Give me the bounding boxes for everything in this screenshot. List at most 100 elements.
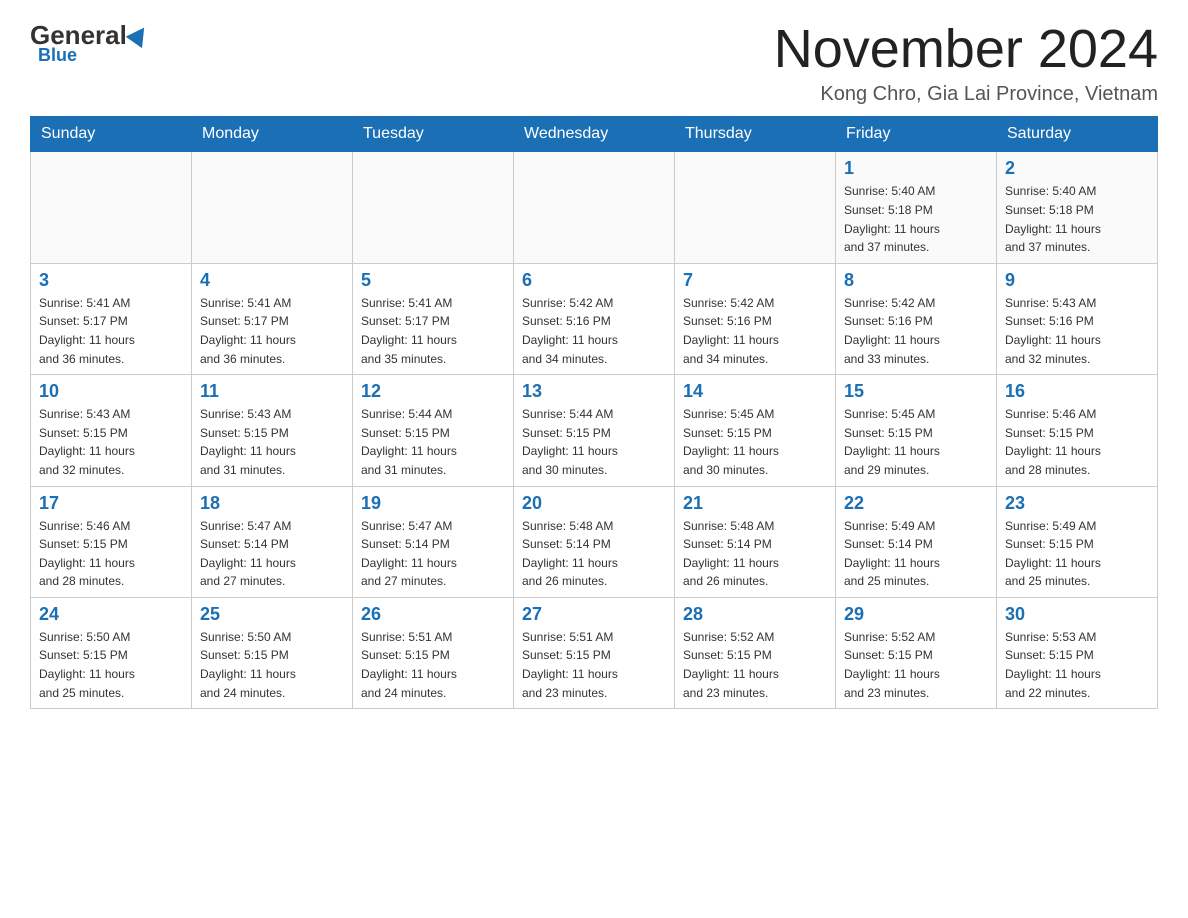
calendar-cell: 12 Sunrise: 5:44 AM Sunset: 5:15 PM Dayli… bbox=[353, 375, 514, 486]
calendar-cell: 19 Sunrise: 5:47 AM Sunset: 5:14 PM Dayli… bbox=[353, 486, 514, 597]
day-info: Sunrise: 5:43 AM Sunset: 5:15 PM Dayligh… bbox=[200, 405, 344, 479]
calendar-col-saturday: Saturday bbox=[997, 117, 1158, 152]
calendar-cell bbox=[353, 152, 514, 263]
calendar-col-thursday: Thursday bbox=[675, 117, 836, 152]
calendar-cell: 30 Sunrise: 5:53 AM Sunset: 5:15 PM Dayli… bbox=[997, 597, 1158, 708]
logo-triangle-icon bbox=[125, 21, 152, 47]
calendar-cell bbox=[31, 152, 192, 263]
day-number: 7 bbox=[683, 270, 827, 291]
day-info: Sunrise: 5:50 AM Sunset: 5:15 PM Dayligh… bbox=[39, 628, 183, 702]
day-number: 25 bbox=[200, 604, 344, 625]
day-number: 21 bbox=[683, 493, 827, 514]
day-number: 8 bbox=[844, 270, 988, 291]
calendar-cell: 25 Sunrise: 5:50 AM Sunset: 5:15 PM Dayli… bbox=[192, 597, 353, 708]
day-info: Sunrise: 5:41 AM Sunset: 5:17 PM Dayligh… bbox=[361, 294, 505, 368]
day-number: 28 bbox=[683, 604, 827, 625]
day-info: Sunrise: 5:46 AM Sunset: 5:15 PM Dayligh… bbox=[39, 517, 183, 591]
day-info: Sunrise: 5:50 AM Sunset: 5:15 PM Dayligh… bbox=[200, 628, 344, 702]
calendar-cell: 22 Sunrise: 5:49 AM Sunset: 5:14 PM Dayli… bbox=[836, 486, 997, 597]
week-row-4: 17 Sunrise: 5:46 AM Sunset: 5:15 PM Dayli… bbox=[31, 486, 1158, 597]
calendar-cell: 21 Sunrise: 5:48 AM Sunset: 5:14 PM Dayli… bbox=[675, 486, 836, 597]
calendar-cell: 2 Sunrise: 5:40 AM Sunset: 5:18 PM Daylig… bbox=[997, 152, 1158, 263]
day-info: Sunrise: 5:44 AM Sunset: 5:15 PM Dayligh… bbox=[522, 405, 666, 479]
logo-blue-text: Blue bbox=[38, 45, 77, 66]
day-info: Sunrise: 5:48 AM Sunset: 5:14 PM Dayligh… bbox=[522, 517, 666, 591]
calendar-cell: 4 Sunrise: 5:41 AM Sunset: 5:17 PM Daylig… bbox=[192, 263, 353, 374]
day-info: Sunrise: 5:42 AM Sunset: 5:16 PM Dayligh… bbox=[683, 294, 827, 368]
day-number: 26 bbox=[361, 604, 505, 625]
day-info: Sunrise: 5:44 AM Sunset: 5:15 PM Dayligh… bbox=[361, 405, 505, 479]
calendar-cell: 8 Sunrise: 5:42 AM Sunset: 5:16 PM Daylig… bbox=[836, 263, 997, 374]
calendar-cell: 11 Sunrise: 5:43 AM Sunset: 5:15 PM Dayli… bbox=[192, 375, 353, 486]
location-text: Kong Chro, Gia Lai Province, Vietnam bbox=[774, 83, 1158, 106]
day-number: 5 bbox=[361, 270, 505, 291]
day-number: 27 bbox=[522, 604, 666, 625]
day-number: 19 bbox=[361, 493, 505, 514]
day-number: 24 bbox=[39, 604, 183, 625]
calendar-cell bbox=[514, 152, 675, 263]
day-number: 6 bbox=[522, 270, 666, 291]
day-info: Sunrise: 5:48 AM Sunset: 5:14 PM Dayligh… bbox=[683, 517, 827, 591]
day-info: Sunrise: 5:42 AM Sunset: 5:16 PM Dayligh… bbox=[844, 294, 988, 368]
calendar-col-tuesday: Tuesday bbox=[353, 117, 514, 152]
day-info: Sunrise: 5:49 AM Sunset: 5:14 PM Dayligh… bbox=[844, 517, 988, 591]
day-info: Sunrise: 5:51 AM Sunset: 5:15 PM Dayligh… bbox=[522, 628, 666, 702]
day-number: 10 bbox=[39, 381, 183, 402]
calendar-table: SundayMondayTuesdayWednesdayThursdayFrid… bbox=[30, 116, 1158, 709]
day-info: Sunrise: 5:52 AM Sunset: 5:15 PM Dayligh… bbox=[844, 628, 988, 702]
week-row-3: 10 Sunrise: 5:43 AM Sunset: 5:15 PM Dayli… bbox=[31, 375, 1158, 486]
day-number: 22 bbox=[844, 493, 988, 514]
calendar-header-row: SundayMondayTuesdayWednesdayThursdayFrid… bbox=[31, 117, 1158, 152]
calendar-cell: 27 Sunrise: 5:51 AM Sunset: 5:15 PM Dayli… bbox=[514, 597, 675, 708]
calendar-cell: 7 Sunrise: 5:42 AM Sunset: 5:16 PM Daylig… bbox=[675, 263, 836, 374]
day-info: Sunrise: 5:53 AM Sunset: 5:15 PM Dayligh… bbox=[1005, 628, 1149, 702]
day-number: 12 bbox=[361, 381, 505, 402]
day-number: 1 bbox=[844, 158, 988, 179]
day-number: 17 bbox=[39, 493, 183, 514]
day-info: Sunrise: 5:41 AM Sunset: 5:17 PM Dayligh… bbox=[39, 294, 183, 368]
title-section: November 2024 Kong Chro, Gia Lai Provinc… bbox=[774, 20, 1158, 106]
day-info: Sunrise: 5:47 AM Sunset: 5:14 PM Dayligh… bbox=[361, 517, 505, 591]
calendar-cell: 5 Sunrise: 5:41 AM Sunset: 5:17 PM Daylig… bbox=[353, 263, 514, 374]
day-number: 14 bbox=[683, 381, 827, 402]
day-number: 2 bbox=[1005, 158, 1149, 179]
calendar-cell: 14 Sunrise: 5:45 AM Sunset: 5:15 PM Dayli… bbox=[675, 375, 836, 486]
calendar-cell: 28 Sunrise: 5:52 AM Sunset: 5:15 PM Dayli… bbox=[675, 597, 836, 708]
day-info: Sunrise: 5:41 AM Sunset: 5:17 PM Dayligh… bbox=[200, 294, 344, 368]
page-header: General Blue November 2024 Kong Chro, Gi… bbox=[30, 20, 1158, 106]
calendar-cell: 29 Sunrise: 5:52 AM Sunset: 5:15 PM Dayli… bbox=[836, 597, 997, 708]
day-number: 29 bbox=[844, 604, 988, 625]
calendar-cell: 17 Sunrise: 5:46 AM Sunset: 5:15 PM Dayli… bbox=[31, 486, 192, 597]
day-number: 3 bbox=[39, 270, 183, 291]
week-row-2: 3 Sunrise: 5:41 AM Sunset: 5:17 PM Daylig… bbox=[31, 263, 1158, 374]
day-info: Sunrise: 5:52 AM Sunset: 5:15 PM Dayligh… bbox=[683, 628, 827, 702]
day-number: 4 bbox=[200, 270, 344, 291]
day-info: Sunrise: 5:40 AM Sunset: 5:18 PM Dayligh… bbox=[1005, 182, 1149, 256]
calendar-col-friday: Friday bbox=[836, 117, 997, 152]
day-info: Sunrise: 5:43 AM Sunset: 5:15 PM Dayligh… bbox=[39, 405, 183, 479]
week-row-5: 24 Sunrise: 5:50 AM Sunset: 5:15 PM Dayli… bbox=[31, 597, 1158, 708]
day-number: 20 bbox=[522, 493, 666, 514]
calendar-col-monday: Monday bbox=[192, 117, 353, 152]
day-number: 13 bbox=[522, 381, 666, 402]
calendar-cell: 3 Sunrise: 5:41 AM Sunset: 5:17 PM Daylig… bbox=[31, 263, 192, 374]
day-number: 30 bbox=[1005, 604, 1149, 625]
calendar-cell: 23Sunrise: 5:49 AM Sunset: 5:15 PM Dayli… bbox=[997, 486, 1158, 597]
calendar-cell: 1Sunrise: 5:40 AM Sunset: 5:18 PM Daylig… bbox=[836, 152, 997, 263]
day-info: Sunrise: 5:45 AM Sunset: 5:15 PM Dayligh… bbox=[683, 405, 827, 479]
calendar-cell: 13 Sunrise: 5:44 AM Sunset: 5:15 PM Dayli… bbox=[514, 375, 675, 486]
day-info: Sunrise: 5:47 AM Sunset: 5:14 PM Dayligh… bbox=[200, 517, 344, 591]
day-info: Sunrise: 5:51 AM Sunset: 5:15 PM Dayligh… bbox=[361, 628, 505, 702]
logo: General Blue bbox=[30, 20, 149, 66]
calendar-cell bbox=[675, 152, 836, 263]
calendar-cell: 18Sunrise: 5:47 AM Sunset: 5:14 PM Dayli… bbox=[192, 486, 353, 597]
calendar-cell bbox=[192, 152, 353, 263]
week-row-1: 1 Sunrise: 5:40 AM Sunset: 5:18 PM Daylig… bbox=[31, 152, 1158, 263]
day-number: 16 bbox=[1005, 381, 1149, 402]
calendar-cell: 26 Sunrise: 5:51 AM Sunset: 5:15 PM Dayli… bbox=[353, 597, 514, 708]
calendar-cell: 6Sunrise: 5:42 AM Sunset: 5:16 PM Daylig… bbox=[514, 263, 675, 374]
day-info: Sunrise: 5:43 AM Sunset: 5:16 PM Dayligh… bbox=[1005, 294, 1149, 368]
day-number: 11 bbox=[200, 381, 344, 402]
day-info: Sunrise: 5:46 AM Sunset: 5:15 PM Dayligh… bbox=[1005, 405, 1149, 479]
day-number: 9 bbox=[1005, 270, 1149, 291]
